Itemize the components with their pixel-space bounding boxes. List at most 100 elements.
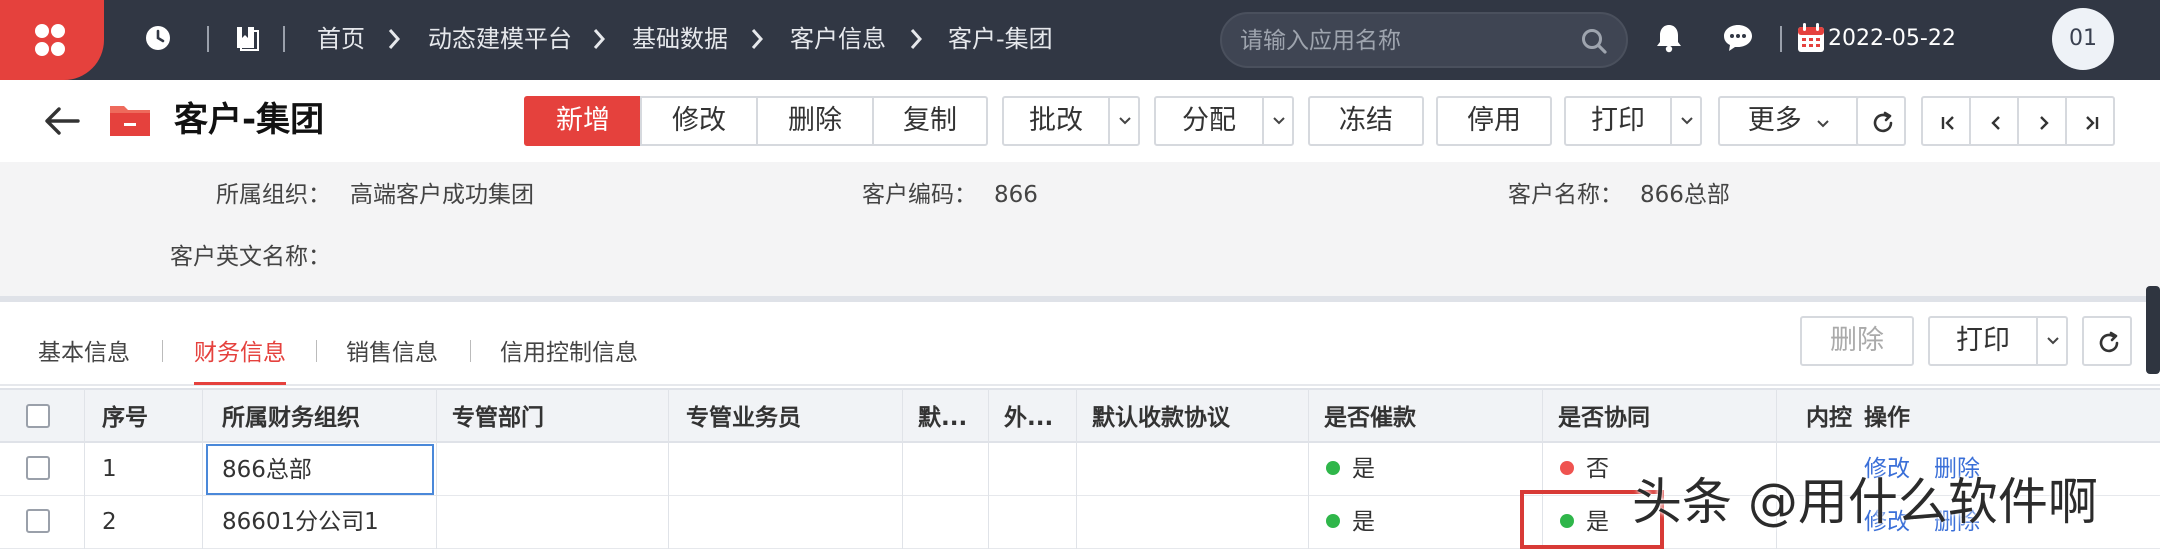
column-divider — [436, 388, 437, 549]
row-print-button[interactable]: 打印 — [1928, 316, 2038, 366]
customer-english-name-label: 客户英文名称： — [170, 244, 331, 270]
app-search-box — [1220, 12, 1628, 68]
nav-separator — [283, 26, 285, 52]
first-record-button[interactable] — [1921, 96, 1971, 146]
bell-icon[interactable] — [1654, 22, 1684, 54]
add-button[interactable]: 新增 — [524, 96, 642, 146]
org-value: 高端客户成功集团 — [350, 182, 534, 208]
col-header-finance-org: 所属财务组织 — [222, 405, 360, 431]
row-checkbox[interactable] — [26, 509, 50, 533]
chevron-down-icon — [1119, 117, 1131, 125]
previous-record-button[interactable] — [1969, 96, 2019, 146]
refresh-button[interactable] — [1856, 96, 1906, 146]
finance-org-editor[interactable]: 866总部 — [206, 444, 434, 495]
refresh-icon — [2099, 331, 2119, 353]
cell-seq: 1 — [102, 456, 117, 482]
tab-separator — [162, 340, 163, 362]
print-dropdown[interactable] — [1670, 96, 1702, 146]
freeze-button[interactable]: 冻结 — [1308, 96, 1424, 146]
app-search-input[interactable] — [1240, 24, 1560, 58]
cell-collaboration: 否 — [1560, 455, 1609, 483]
breadcrumb-basic-data[interactable]: 基础数据 — [632, 24, 728, 54]
row-delete-button: 删除 — [1800, 316, 1914, 366]
batch-edit-button[interactable]: 批改 — [1002, 96, 1110, 146]
col-header-collaboration: 是否协同 — [1558, 405, 1650, 431]
breadcrumb-modeling-platform[interactable]: 动态建模平台 — [428, 24, 572, 54]
page-title: 客户-集团 — [174, 100, 325, 140]
batch-edit-dropdown[interactable] — [1108, 96, 1140, 146]
tab-finance-info[interactable]: 财务信息 — [194, 338, 286, 368]
chevron-down-icon — [2047, 337, 2059, 345]
page-header: 客户-集团 新增 修改 删除 复制 批改 分配 冻结 停用 打印 更多 — [0, 80, 2160, 162]
col-header-internal-control: 内控 — [1806, 405, 1852, 431]
tab-credit-control-info[interactable]: 信用控制信息 — [500, 338, 638, 368]
app-logo[interactable] — [0, 0, 104, 80]
chevron-down-icon — [1817, 120, 1830, 128]
column-divider — [668, 388, 669, 549]
chevron-right-icon — [2040, 116, 2049, 130]
column-divider — [902, 388, 903, 549]
back-arrow-icon[interactable] — [42, 104, 82, 138]
col-header-dunning: 是否催款 — [1324, 405, 1416, 431]
chevron-down-icon — [1273, 117, 1285, 125]
nav-separator — [1780, 26, 1782, 52]
row-print-dropdown[interactable] — [2036, 316, 2068, 366]
history-clock-icon[interactable] — [144, 24, 172, 52]
chevron-right-icon — [910, 29, 923, 49]
status-dot-green-icon — [1326, 513, 1340, 528]
org-label: 所属组织： — [216, 182, 331, 208]
tab-separator — [316, 340, 317, 362]
assign-button[interactable]: 分配 — [1154, 96, 1264, 146]
print-button[interactable]: 打印 — [1564, 96, 1672, 146]
user-avatar[interactable]: 01 — [2052, 8, 2114, 70]
breadcrumb-customer-info[interactable]: 客户信息 — [790, 24, 886, 54]
last-record-button[interactable] — [2065, 96, 2115, 146]
col-header-payment-protocol: 默认收款协议 — [1092, 405, 1230, 431]
col-header-seq: 序号 — [102, 405, 148, 431]
active-tab-indicator — [194, 382, 286, 385]
cell-dunning: 是 — [1326, 455, 1375, 483]
column-divider — [1308, 388, 1309, 549]
logo-icon — [35, 24, 65, 56]
top-nav-bar: 首页 动态建模平台 基础数据 客户信息 客户-集团 2022-05-22 01 — [0, 0, 2160, 80]
row-checkbox[interactable] — [26, 456, 50, 480]
table-header: 序号 所属财务组织 专管部门 专管业务员 默... 外... 默认收款协议 是否… — [0, 388, 2160, 443]
chevron-right-icon — [593, 29, 606, 49]
edit-button[interactable]: 修改 — [640, 96, 758, 146]
more-button[interactable]: 更多 — [1718, 96, 1860, 146]
cell-seq: 2 — [102, 509, 117, 535]
next-record-button[interactable] — [2017, 96, 2067, 146]
customer-name-value: 866总部 — [1640, 182, 1730, 208]
grid-refresh-button[interactable] — [2082, 316, 2132, 366]
disable-button[interactable]: 停用 — [1436, 96, 1552, 146]
cell-dunning-value: 是 — [1352, 456, 1375, 482]
bookmark-book-icon[interactable] — [234, 24, 260, 52]
customer-code-value: 866 — [994, 182, 1038, 208]
col-header-operations: 操作 — [1864, 405, 1910, 431]
customer-code-label: 客户编码： — [862, 182, 977, 208]
breadcrumb-home[interactable]: 首页 — [317, 24, 365, 54]
search-icon[interactable] — [1580, 27, 1608, 55]
nav-separator — [207, 26, 209, 52]
tab-basic-info[interactable]: 基本信息 — [38, 338, 130, 368]
breadcrumb-current: 客户-集团 — [948, 25, 1053, 53]
copy-button[interactable]: 复制 — [872, 96, 988, 146]
tab-sales-info[interactable]: 销售信息 — [346, 338, 438, 368]
cell-finance-org: 866总部 — [222, 457, 312, 483]
col-header-default: 默... — [918, 405, 968, 431]
column-divider — [1076, 388, 1077, 549]
more-label: 更多 — [1747, 105, 1802, 136]
assign-dropdown[interactable] — [1262, 96, 1294, 146]
chevron-right-icon — [388, 29, 401, 49]
delete-button[interactable]: 删除 — [756, 96, 874, 146]
column-divider — [202, 388, 203, 549]
page-scrollbar[interactable] — [2146, 286, 2160, 374]
chat-icon[interactable] — [1722, 23, 1754, 53]
refresh-icon — [1873, 111, 1893, 133]
detail-tabs: 基本信息 财务信息 销售信息 信用控制信息 删除 打印 — [0, 308, 2160, 386]
watermark: 头条 @用什么软件啊 — [1632, 473, 2098, 531]
folder-icon — [110, 106, 150, 136]
col-header-salesperson: 专管业务员 — [686, 405, 801, 431]
select-all-checkbox[interactable] — [26, 404, 50, 428]
cell-dunning: 是 — [1326, 508, 1375, 536]
